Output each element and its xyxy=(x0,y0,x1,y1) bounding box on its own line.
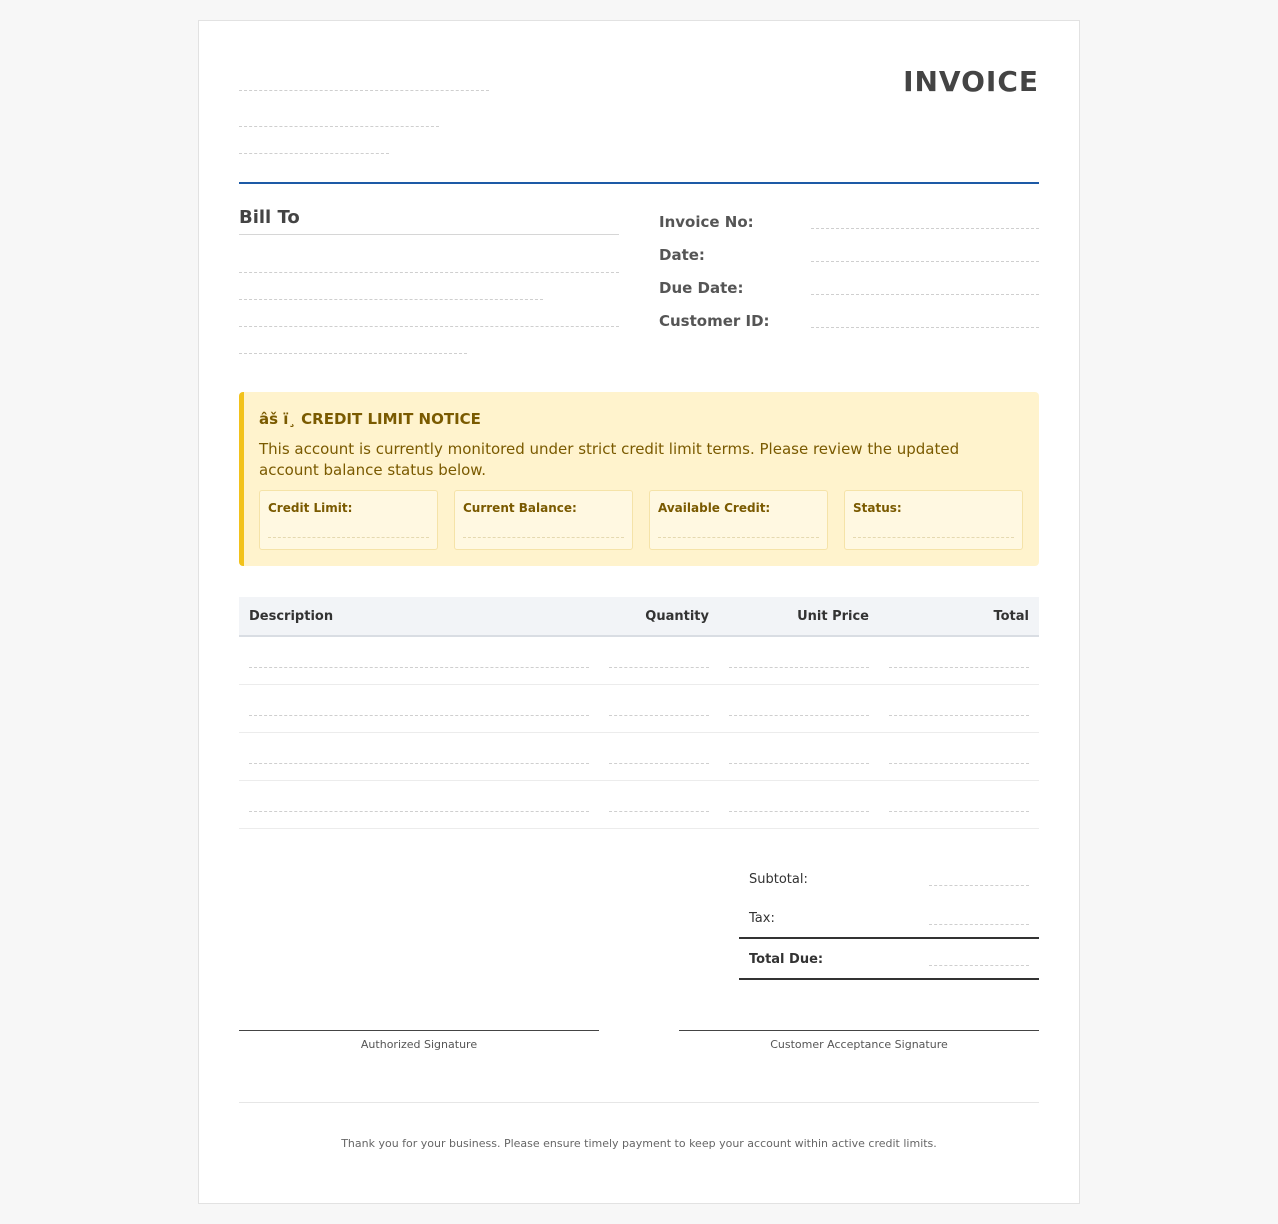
subtotal-field[interactable] xyxy=(929,885,1029,886)
available-credit-field[interactable] xyxy=(658,537,819,538)
bill-to-divider xyxy=(239,234,619,235)
subtotal-label: Subtotal: xyxy=(749,872,808,887)
customer-signature-label: Customer Acceptance Signature xyxy=(770,1038,948,1051)
customer-id-label: Customer ID: xyxy=(659,312,770,330)
row-total-field[interactable] xyxy=(889,715,1029,716)
row-unit-price-field[interactable] xyxy=(729,763,869,764)
available-credit-box: Available Credit: xyxy=(649,490,828,550)
notice-title: âš ï¸ CREDIT LIMIT NOTICE xyxy=(259,410,481,428)
table-row-divider xyxy=(239,732,1039,733)
bill-to-line xyxy=(239,272,619,273)
row-description-field[interactable] xyxy=(249,667,589,668)
current-balance-field[interactable] xyxy=(463,537,624,538)
bill-to-line xyxy=(239,353,467,354)
status-label: Status: xyxy=(853,501,902,515)
credit-limit-box: Credit Limit: xyxy=(259,490,438,550)
customer-id-field[interactable] xyxy=(811,327,1039,328)
col-quantity: Quantity xyxy=(645,609,709,624)
table-row-divider xyxy=(239,828,1039,829)
row-total-field[interactable] xyxy=(889,667,1029,668)
total-due-field[interactable] xyxy=(929,965,1029,966)
invoice-page: INVOICE Bill To Invoice No: Date: Due Da… xyxy=(198,20,1080,1204)
row-quantity-field[interactable] xyxy=(609,667,709,668)
row-description-field[interactable] xyxy=(249,763,589,764)
total-due-bottom-rule xyxy=(739,978,1039,980)
authorized-signature-label: Authorized Signature xyxy=(360,1038,478,1051)
bill-to-line xyxy=(239,326,619,327)
invoice-title: INVOICE xyxy=(903,65,1039,98)
table-row-divider xyxy=(239,684,1039,685)
row-quantity-field[interactable] xyxy=(609,715,709,716)
warning-icon: âš ï¸ xyxy=(259,410,296,428)
status-box: Status: xyxy=(844,490,1023,550)
due-date-field[interactable] xyxy=(811,294,1039,295)
invoice-no-label: Invoice No: xyxy=(659,213,754,231)
col-description: Description xyxy=(249,609,334,624)
company-contact-line xyxy=(239,153,389,154)
available-credit-label: Available Credit: xyxy=(658,501,771,515)
bill-to-line xyxy=(239,299,543,300)
row-description-field[interactable] xyxy=(249,811,589,812)
row-quantity-field[interactable] xyxy=(609,763,709,764)
row-total-field[interactable] xyxy=(889,763,1029,764)
notice-title-text: CREDIT LIMIT NOTICE xyxy=(301,410,481,428)
table-row-divider xyxy=(239,780,1039,781)
tax-label: Tax: xyxy=(749,911,775,926)
notice-text: This account is currently monitored unde… xyxy=(259,440,960,479)
col-total: Total xyxy=(993,609,1029,624)
current-balance-box: Current Balance: xyxy=(454,490,633,550)
credit-limit-field[interactable] xyxy=(268,537,429,538)
footer-divider xyxy=(239,1102,1039,1103)
bill-to-title: Bill To xyxy=(239,207,300,228)
items-table-header: Description Quantity Unit Price Total xyxy=(239,597,1039,637)
row-total-field[interactable] xyxy=(889,811,1029,812)
status-field[interactable] xyxy=(853,537,1014,538)
total-due-label: Total Due: xyxy=(749,952,824,967)
row-quantity-field[interactable] xyxy=(609,811,709,812)
credit-limit-notice: âš ï¸ CREDIT LIMIT NOTICE This account i… xyxy=(239,392,1039,566)
col-unit-price: Unit Price xyxy=(797,609,869,624)
footer-text: Thank you for your business. Please ensu… xyxy=(341,1137,937,1150)
invoice-no-field[interactable] xyxy=(811,228,1039,229)
credit-limit-label: Credit Limit: xyxy=(268,501,353,515)
company-name-line xyxy=(239,90,489,91)
customer-signature-line[interactable] xyxy=(679,1030,1039,1031)
header-divider xyxy=(239,182,1039,184)
row-unit-price-field[interactable] xyxy=(729,715,869,716)
date-label: Date: xyxy=(659,246,705,264)
total-due-top-rule xyxy=(739,937,1039,939)
row-unit-price-field[interactable] xyxy=(729,667,869,668)
row-unit-price-field[interactable] xyxy=(729,811,869,812)
current-balance-label: Current Balance: xyxy=(463,501,577,515)
row-description-field[interactable] xyxy=(249,715,589,716)
date-field[interactable] xyxy=(811,261,1039,262)
authorized-signature-line[interactable] xyxy=(239,1030,599,1031)
due-date-label: Due Date: xyxy=(659,279,744,297)
company-address-line xyxy=(239,126,439,127)
tax-field[interactable] xyxy=(929,924,1029,925)
